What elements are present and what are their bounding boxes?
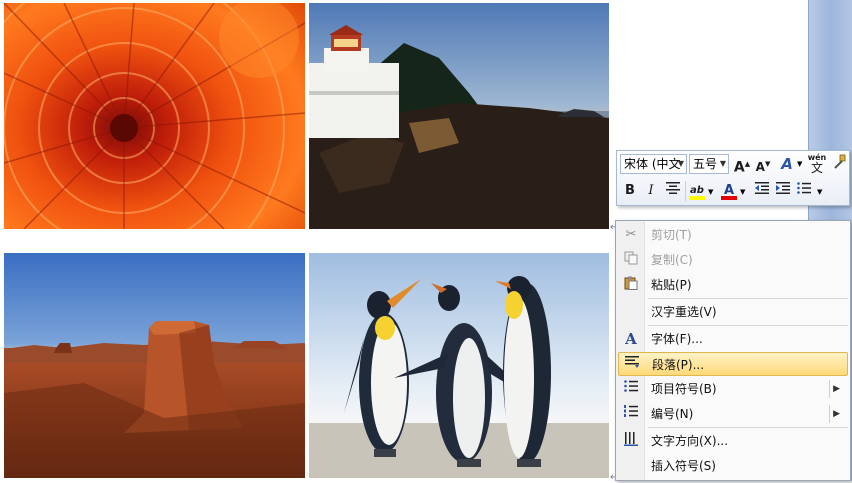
center-align-button[interactable]	[663, 181, 683, 201]
menu-item-font[interactable]: A 字体(F)...	[618, 327, 848, 351]
font-size-value: 五号	[693, 157, 718, 171]
menu-item-reconvert[interactable]: 汉字重选(V)	[618, 300, 848, 324]
bullets-button[interactable]	[794, 181, 814, 201]
menu-item-bullets[interactable]: 项目符号(B) ▶	[618, 377, 848, 401]
menu-item-insert-symbol[interactable]: 插入符号(S)	[618, 454, 848, 478]
format-painter-button[interactable]	[829, 154, 849, 174]
menu-item-label: 段落(P)...	[652, 358, 705, 372]
bullets-icon	[622, 380, 640, 398]
chevron-down-icon: ▼	[677, 159, 684, 168]
lighthouse-image[interactable]	[309, 3, 609, 229]
phonetic-guide-button[interactable]: wén 文	[807, 153, 827, 175]
increase-indent-icon	[776, 182, 790, 194]
grow-font-icon: A	[733, 159, 745, 176]
numbering-icon	[622, 405, 640, 423]
menu-separator	[648, 325, 848, 326]
font-color-button[interactable]: A	[719, 181, 739, 201]
bold-icon: B	[625, 183, 635, 198]
grow-font-button[interactable]: A▲	[732, 154, 752, 176]
menu-separator	[648, 427, 848, 428]
shrink-font-button[interactable]: A▼	[753, 154, 773, 174]
align-center-icon	[666, 182, 680, 194]
penguins-image[interactable]	[309, 253, 609, 478]
submenu-divider	[829, 405, 830, 423]
bullets-icon	[797, 182, 811, 194]
context-menu: ✂ 剪切(T) 复制(C) 粘贴(P) 汉字重选(V) A 字体(F)... 段…	[615, 220, 851, 481]
text-direction-icon	[622, 432, 640, 450]
toolbar-separator	[685, 181, 686, 201]
menu-item-paragraph[interactable]: 段落(P)...	[618, 352, 848, 376]
shrink-font-icon: A	[755, 160, 765, 174]
chevron-down-icon[interactable]: ▼	[817, 188, 822, 196]
menu-item-label: 汉字重选(V)	[651, 305, 717, 319]
menu-separator	[648, 298, 848, 299]
menu-item-label: 剪切(T)	[651, 228, 692, 242]
font-name-value: 宋体 (中文	[624, 157, 681, 171]
decrease-indent-icon	[755, 182, 769, 194]
chevron-right-icon: ▶	[833, 409, 840, 419]
paragraph-icon	[623, 356, 641, 374]
font-color-bar	[721, 196, 737, 200]
format-painter-icon	[834, 154, 846, 169]
menu-item-numbering[interactable]: 编号(N) ▶	[618, 402, 848, 426]
menu-item-label: 复制(C)	[651, 253, 693, 267]
flower-image[interactable]	[4, 3, 305, 229]
highlight-button[interactable]: ab	[687, 181, 707, 201]
chevron-down-icon[interactable]: ▼	[708, 188, 713, 196]
menu-item-label: 插入符号(S)	[651, 459, 716, 473]
menu-item-copy[interactable]: 复制(C)	[618, 248, 848, 272]
chevron-right-icon: ▶	[833, 384, 840, 394]
menu-item-label: 字体(F)...	[651, 332, 703, 346]
font-size-combo[interactable]: 五号 ▼	[689, 154, 729, 174]
menu-item-paste[interactable]: 粘贴(P)	[618, 273, 848, 297]
italic-button[interactable]: I	[641, 181, 661, 201]
mini-toolbar: 宋体 (中文 ▼ 五号 ▼ A▲ A▼ A ▼ wén 文 B I ab ▼ A…	[616, 150, 850, 206]
highlight-color-bar	[689, 196, 705, 200]
decrease-indent-button[interactable]	[752, 181, 772, 201]
bold-button[interactable]: B	[620, 181, 640, 201]
paste-icon	[622, 276, 640, 294]
font-icon: A	[625, 330, 637, 348]
increase-indent-button[interactable]	[773, 181, 793, 201]
styles-icon: A	[781, 155, 793, 173]
styles-button[interactable]: A	[777, 154, 797, 174]
copy-icon	[622, 251, 640, 269]
italic-icon: I	[648, 183, 654, 198]
menu-item-label: 项目符号(B)	[651, 382, 717, 396]
menu-item-label: 编号(N)	[651, 407, 694, 421]
menu-item-cut[interactable]: ✂ 剪切(T)	[618, 223, 848, 247]
chevron-down-icon: ▼	[719, 159, 726, 168]
desert-image[interactable]	[4, 253, 305, 478]
menu-item-text-direction[interactable]: 文字方向(X)...	[618, 429, 848, 453]
chevron-down-icon[interactable]: ▼	[740, 188, 745, 196]
chevron-down-icon[interactable]: ▼	[797, 160, 802, 168]
font-name-combo[interactable]: 宋体 (中文 ▼	[620, 154, 687, 174]
menu-item-label: 粘贴(P)	[651, 278, 692, 292]
menu-item-label: 文字方向(X)...	[651, 434, 729, 448]
scissors-icon: ✂	[625, 227, 637, 242]
phonetic-guide-char: 文	[810, 161, 823, 175]
submenu-divider	[829, 380, 830, 398]
highlighter-icon: ab	[690, 185, 704, 196]
